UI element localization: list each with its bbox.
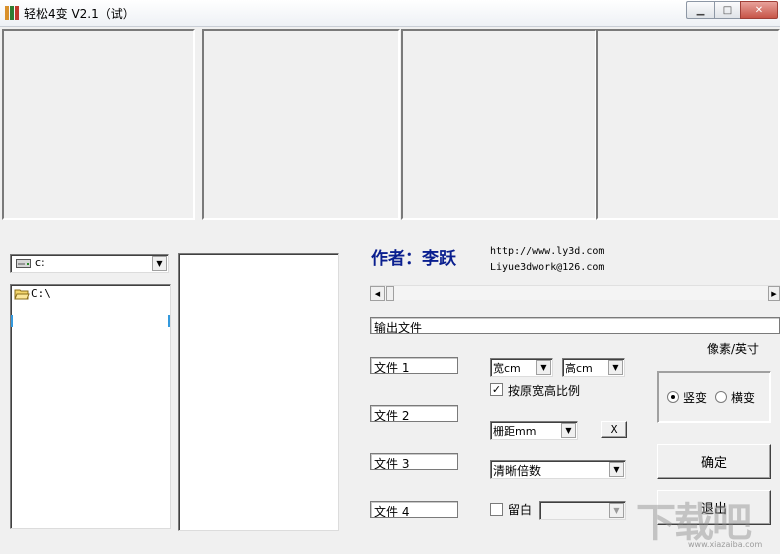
confirm-button[interactable]: 确定 [657, 444, 771, 479]
clarity-select[interactable]: 清晰倍数 ▼ [490, 460, 626, 479]
keep-ratio-checkbox[interactable]: ✓ [490, 383, 503, 396]
chevron-down-icon[interactable]: ▼ [152, 256, 167, 271]
folder-list[interactable]: C:\ [10, 284, 171, 529]
folder-open-icon [14, 289, 30, 299]
folder-item-label: C:\ [31, 287, 51, 300]
preview-panel-3 [401, 29, 597, 220]
width-unit-select[interactable]: 宽cm ▼ [490, 358, 553, 377]
margin-select[interactable]: ▼ [539, 501, 626, 520]
spacing-select[interactable]: 栅距mm ▼ [490, 421, 578, 440]
maximize-icon: □ [722, 4, 733, 16]
x-button[interactable]: X [601, 421, 627, 438]
orientation-group: 竖变 横变 [657, 371, 771, 423]
author-url: http://www.ly3d.com [490, 246, 605, 257]
file-3-field[interactable]: 文件 3 [370, 453, 458, 470]
list-focus-marker-left [11, 315, 13, 327]
clarity-value: 清晰倍数 [493, 464, 542, 478]
minimize-icon: ▁ [696, 4, 705, 16]
list-focus-marker-right [168, 315, 170, 327]
chevron-down-icon[interactable]: ▼ [609, 462, 624, 477]
minimize-button[interactable]: ▁ [686, 1, 714, 19]
radio-vertical[interactable] [667, 391, 679, 403]
check-icon: ✓ [491, 383, 502, 396]
close-button[interactable]: ✕ [740, 1, 778, 19]
margin-label: 留白 [508, 503, 533, 517]
width-unit-value: 宽cm [493, 362, 521, 375]
scroll-left-icon[interactable]: ◀ [370, 286, 385, 301]
file-2-field[interactable]: 文件 2 [370, 405, 458, 422]
height-unit-select[interactable]: 高cm ▼ [562, 358, 625, 377]
drive-combo[interactable]: c: ▼ [10, 254, 169, 273]
scroll-right-icon[interactable]: ▶ [768, 286, 780, 301]
watermark-logo: 下载吧 www.xiazaiba.com [636, 488, 780, 554]
maximize-button[interactable]: □ [714, 1, 740, 19]
window-title: 轻松4变 V2.1（试） [24, 7, 135, 21]
app-icon [5, 6, 19, 20]
spacing-value: 栅距mm [493, 425, 537, 438]
preview-panel-1 [2, 29, 195, 220]
drive-value: c: [35, 256, 45, 269]
file-list[interactable] [178, 253, 339, 531]
chevron-down-icon[interactable]: ▼ [536, 360, 551, 375]
file-1-field[interactable]: 文件 1 [370, 357, 458, 374]
horizontal-scrollbar[interactable]: ◀ ▶ [370, 285, 780, 301]
drive-icon [16, 259, 31, 268]
unit-label: 像素/英寸 [707, 342, 760, 356]
scroll-thumb[interactable] [386, 286, 394, 301]
keep-ratio-label: 按原宽高比例 [508, 384, 581, 398]
output-file-field[interactable]: 输出文件 [370, 317, 780, 334]
radio-horizontal-label: 横变 [731, 391, 756, 405]
preview-panel-4 [596, 29, 780, 220]
close-icon: ✕ [754, 4, 764, 16]
radio-horizontal[interactable] [715, 391, 727, 403]
chevron-down-icon[interactable]: ▼ [561, 423, 576, 438]
margin-checkbox[interactable] [490, 503, 503, 516]
height-unit-value: 高cm [565, 362, 593, 375]
radio-vertical-label: 竖变 [683, 391, 708, 405]
author-label: 作者：李跃 [371, 249, 456, 269]
preview-panel-2 [202, 29, 400, 220]
watermark-url: www.xiazaiba.com [688, 540, 763, 549]
title-bar[interactable]: 轻松4变 V2.1（试） ▁ □ ✕ [0, 0, 780, 27]
file-4-field[interactable]: 文件 4 [370, 501, 458, 518]
chevron-down-icon[interactable]: ▼ [608, 360, 623, 375]
author-email: Liyue3dwork@126.com [490, 262, 605, 273]
folder-item[interactable]: C:\ [14, 287, 51, 300]
chevron-down-icon[interactable]: ▼ [609, 503, 624, 518]
window-controls: ▁ □ ✕ [686, 1, 778, 19]
